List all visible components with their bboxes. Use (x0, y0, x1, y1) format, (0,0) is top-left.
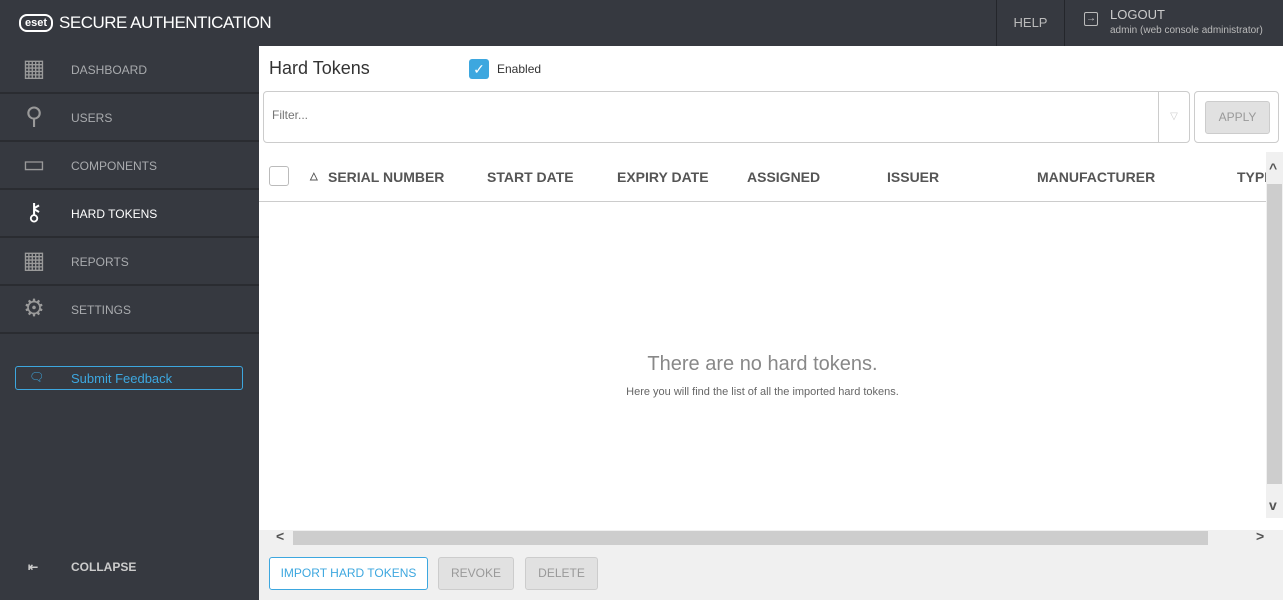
column-manufacturer[interactable]: MANUFACTURER (1037, 169, 1155, 185)
filter-input[interactable] (272, 108, 1142, 122)
sidebar-item-label: REPORTS (71, 255, 129, 269)
logout-label: LOGOUT (1110, 7, 1165, 22)
apply-button[interactable]: APPLY (1205, 101, 1270, 134)
logo: eset SECURE AUTHENTICATION (19, 13, 272, 33)
empty-state: There are no hard tokens. Here you will … (259, 353, 1266, 398)
revoke-button[interactable]: REVOKE (438, 557, 514, 590)
column-start-date[interactable]: START DATE (487, 169, 574, 185)
sidebar-item-users[interactable]: ⚲ USERS (0, 94, 259, 142)
monitor-icon: ▭ (22, 151, 46, 178)
vertical-scrollbar[interactable]: ^ v (1266, 152, 1283, 518)
gear-icon: ⚙ (23, 295, 45, 322)
action-bar: IMPORT HARD TOKENS REVOKE DELETE (259, 546, 1283, 600)
scroll-left-icon[interactable]: < (276, 528, 284, 544)
empty-subtitle: Here you will find the list of all the i… (626, 386, 899, 398)
checkbox-checked-icon[interactable]: ✓ (469, 59, 489, 79)
table-header: △ SERIAL NUMBER START DATE EXPIRY DATE A… (259, 152, 1266, 202)
apply-box: APPLY (1194, 91, 1279, 143)
sidebar-item-reports[interactable]: ▦ REPORTS (0, 238, 259, 286)
delete-button[interactable]: DELETE (525, 557, 598, 590)
enabled-label: Enabled (497, 62, 542, 76)
scroll-up-icon[interactable]: ^ (1269, 160, 1277, 176)
select-all-checkbox[interactable] (269, 166, 289, 186)
sidebar-item-label: SETTINGS (71, 303, 132, 317)
scroll-right-icon[interactable]: > (1256, 528, 1264, 544)
sidebar-item-label: HARD TOKENS (71, 207, 158, 221)
grid-icon: ▦ (22, 247, 46, 274)
dashboard-icon: ▦ (22, 55, 46, 82)
column-serial-number[interactable]: SERIAL NUMBER (328, 169, 444, 185)
filter-dropdown[interactable]: ▽ (1158, 92, 1189, 142)
app-title: SECURE AUTHENTICATION (59, 13, 272, 32)
column-assigned[interactable]: ASSIGNED (747, 169, 820, 185)
filter-box: ▽ (263, 91, 1190, 143)
column-type[interactable]: TYPE (1237, 169, 1266, 185)
sidebar-item-label: USERS (71, 111, 113, 125)
collapse-icon: ⇤ (28, 560, 39, 574)
collapse-label: COLLAPSE (71, 560, 137, 574)
column-issuer[interactable]: ISSUER (887, 169, 939, 185)
sidebar-item-label: COMPONENTS (71, 159, 158, 173)
user-label: admin (web console administrator) (1110, 25, 1263, 36)
sidebar-item-hard-tokens[interactable]: ⚷ HARD TOKENS (0, 190, 259, 238)
sidebar-item-dashboard[interactable]: ▦ DASHBOARD (0, 46, 259, 94)
chevron-down-icon: ▽ (1170, 111, 1178, 122)
feedback-label: Submit Feedback (71, 371, 173, 386)
top-bar: eset SECURE AUTHENTICATION HELP → LOGOUT… (0, 0, 1283, 46)
column-expiry-date[interactable]: EXPIRY DATE (617, 169, 709, 185)
import-hard-tokens-button[interactable]: IMPORT HARD TOKENS (269, 557, 428, 590)
empty-title: There are no hard tokens. (647, 353, 878, 375)
horizontal-scrollbar[interactable]: < > (259, 528, 1283, 546)
sidebar-item-label: DASHBOARD (71, 63, 148, 77)
page-title: Hard Tokens (269, 58, 370, 78)
submit-feedback-button[interactable]: 🗨 Submit Feedback (15, 366, 243, 390)
scrollbar-thumb[interactable] (1267, 184, 1282, 484)
sort-asc-icon: △ (310, 171, 318, 182)
scroll-down-icon[interactable]: v (1269, 497, 1277, 513)
eset-logo: eset (19, 14, 54, 32)
sidebar-item-settings[interactable]: ⚙ SETTINGS (0, 286, 259, 334)
logout-icon: → (1084, 12, 1098, 26)
sidebar: ▦ DASHBOARD ⚲ USERS ▭ COMPONENTS ⚷ HARD TOKE… (0, 46, 259, 600)
key-icon: ⚷ (25, 199, 43, 226)
help-button[interactable]: HELP (996, 0, 1065, 46)
logout-button[interactable]: → LOGOUT admin (web console administrato… (1066, 0, 1283, 46)
enabled-toggle[interactable]: ✓ Enabled (469, 59, 541, 79)
sidebar-item-components[interactable]: ▭ COMPONENTS (0, 142, 259, 190)
chat-icon: 🗨 (29, 370, 45, 384)
scrollbar-thumb[interactable] (293, 531, 1208, 545)
user-icon: ⚲ (25, 103, 43, 130)
